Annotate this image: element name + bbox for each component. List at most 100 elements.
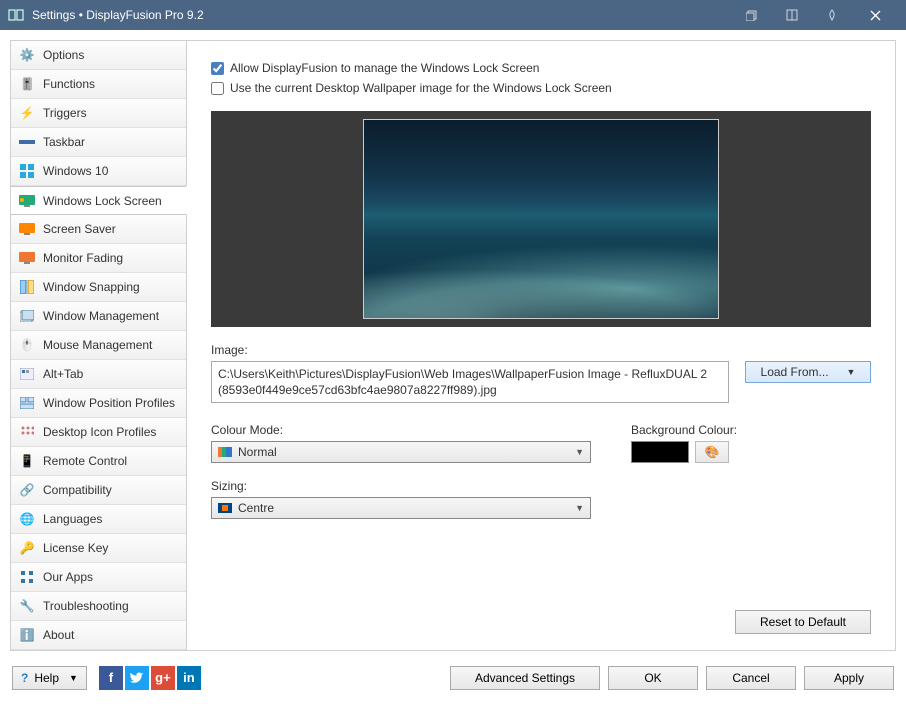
sidebar-item-positions[interactable]: Window Position Profiles bbox=[11, 389, 186, 418]
snapping-icon bbox=[19, 279, 35, 295]
sidebar-item-label: Compatibility bbox=[43, 483, 112, 497]
sidebar-item-label: Mouse Management bbox=[43, 338, 152, 352]
sidebar-item-label: Options bbox=[43, 48, 84, 62]
alttab-icon bbox=[19, 366, 35, 382]
twitter-icon[interactable] bbox=[125, 666, 149, 690]
sidebar-item-winmgmt[interactable]: Window Management bbox=[11, 302, 186, 331]
palette-icon bbox=[218, 447, 232, 457]
chevron-down-icon: ▼ bbox=[69, 673, 78, 683]
centre-icon bbox=[218, 503, 232, 513]
allow-manage-checkbox[interactable]: Allow DisplayFusion to manage the Window… bbox=[211, 61, 871, 75]
use-current-label: Use the current Desktop Wallpaper image … bbox=[230, 81, 612, 95]
sliders-icon: 🎚️ bbox=[19, 76, 35, 92]
fading-icon bbox=[19, 250, 35, 266]
app-icon bbox=[8, 7, 24, 23]
chevron-down-icon: ▼ bbox=[575, 503, 584, 513]
sidebar-item-functions[interactable]: 🎚️ Functions bbox=[11, 70, 186, 99]
sidebar-item-label: Windows 10 bbox=[43, 164, 108, 178]
apps-icon bbox=[19, 569, 35, 585]
sidebar-item-ourapps[interactable]: Our Apps bbox=[11, 563, 186, 592]
sizing-value: Centre bbox=[238, 501, 274, 515]
restore-icon[interactable] bbox=[732, 0, 772, 30]
sidebar-item-options[interactable]: ⚙️Options bbox=[11, 41, 186, 70]
sidebar-item-screensaver[interactable]: Screen Saver bbox=[11, 215, 186, 244]
sidebar-item-label: Remote Control bbox=[43, 454, 127, 468]
sidebar-item-label: License Key bbox=[43, 541, 108, 555]
sizing-label: Sizing: bbox=[211, 479, 591, 493]
sidebar-item-fading[interactable]: Monitor Fading bbox=[11, 244, 186, 273]
taskbar-icon bbox=[19, 134, 35, 150]
ok-button[interactable]: OK bbox=[608, 666, 698, 690]
sizing-select[interactable]: Centre ▼ bbox=[211, 497, 591, 519]
facebook-icon[interactable]: f bbox=[99, 666, 123, 690]
reset-button[interactable]: Reset to Default bbox=[735, 610, 871, 634]
globe-icon: 🌐 bbox=[19, 511, 35, 527]
load-from-button[interactable]: Load From... ▼ bbox=[745, 361, 871, 383]
sidebar-item-remote[interactable]: 📱 Remote Control bbox=[11, 447, 186, 476]
remote-icon: 📱 bbox=[19, 453, 35, 469]
sidebar-item-troubleshoot[interactable]: 🔧Troubleshooting bbox=[11, 592, 186, 621]
sidebar-item-alttab[interactable]: Alt+Tab bbox=[11, 360, 186, 389]
compat-icon: 🔗 bbox=[19, 482, 35, 498]
sidebar-item-taskbar[interactable]: Taskbar bbox=[11, 128, 186, 157]
titlebar: Settings • DisplayFusion Pro 9.2 bbox=[0, 0, 906, 30]
colour-mode-select[interactable]: Normal ▼ bbox=[211, 441, 591, 463]
maximize-icon[interactable] bbox=[772, 0, 812, 30]
sidebar-item-triggers[interactable]: ⚡Triggers bbox=[11, 99, 186, 128]
sidebar-item-label: Window Snapping bbox=[43, 280, 140, 294]
monitor-icon bbox=[19, 193, 35, 209]
window-title: Settings • DisplayFusion Pro 9.2 bbox=[32, 8, 732, 22]
linkedin-icon[interactable]: in bbox=[177, 666, 201, 690]
chevron-down-icon: ▼ bbox=[847, 367, 856, 377]
image-path-field[interactable]: C:\Users\Keith\Pictures\DisplayFusion\We… bbox=[211, 361, 729, 403]
sidebar-item-label: Screen Saver bbox=[43, 222, 116, 236]
use-current-checkbox[interactable]: Use the current Desktop Wallpaper image … bbox=[211, 81, 871, 95]
close-icon[interactable] bbox=[852, 0, 898, 30]
googleplus-icon[interactable]: g+ bbox=[151, 666, 175, 690]
sidebar-item-windows10[interactable]: Windows 10 bbox=[11, 157, 186, 186]
sidebar-item-label: Triggers bbox=[43, 106, 87, 120]
sidebar-item-label: About bbox=[43, 628, 74, 642]
sidebar-item-compat[interactable]: 🔗 Compatibility bbox=[11, 476, 186, 505]
use-current-input[interactable] bbox=[211, 82, 224, 95]
sidebar-item-license[interactable]: 🔑License Key bbox=[11, 534, 186, 563]
apply-button[interactable]: Apply bbox=[804, 666, 894, 690]
sidebar-item-label: Desktop Icon Profiles bbox=[43, 425, 156, 439]
window-mgmt-icon bbox=[19, 308, 35, 324]
sidebar-item-label: Window Management bbox=[43, 309, 159, 323]
sidebar-item-mouse[interactable]: 🖱️Mouse Management bbox=[11, 331, 186, 360]
load-from-label: Load From... bbox=[761, 365, 829, 379]
sidebar-item-label: Monitor Fading bbox=[43, 251, 123, 265]
image-label: Image: bbox=[211, 343, 871, 357]
colour-mode-label: Colour Mode: bbox=[211, 423, 591, 437]
sidebar-item-label: Alt+Tab bbox=[43, 367, 83, 381]
social-links: f g+ in bbox=[99, 666, 201, 690]
sidebar-item-label: Window Position Profiles bbox=[43, 396, 175, 410]
sidebar-item-snapping[interactable]: Window Snapping bbox=[11, 273, 186, 302]
sidebar-item-label: Windows Lock Screen bbox=[43, 194, 162, 208]
windows-icon bbox=[19, 163, 35, 179]
sidebar-item-label: Languages bbox=[43, 512, 102, 526]
sidebar-item-about[interactable]: ℹ️About bbox=[11, 621, 186, 650]
pin-icon[interactable] bbox=[812, 0, 852, 30]
sidebar-item-desktopicons[interactable]: Desktop Icon Profiles bbox=[11, 418, 186, 447]
bg-colour-label: Background Colour: bbox=[631, 423, 871, 437]
help-icon: ? bbox=[21, 671, 28, 685]
advanced-settings-button[interactable]: Advanced Settings bbox=[450, 666, 600, 690]
chevron-down-icon: ▼ bbox=[575, 447, 584, 457]
bg-colour-picker-button[interactable]: 🎨 bbox=[695, 441, 729, 463]
help-button[interactable]: ? Help ▼ bbox=[12, 666, 87, 690]
screensaver-icon bbox=[19, 221, 35, 237]
content-pane: Allow DisplayFusion to manage the Window… bbox=[187, 41, 895, 650]
wrench-icon: 🔧 bbox=[19, 598, 35, 614]
colour-mode-value: Normal bbox=[238, 445, 277, 459]
grid-icon bbox=[19, 424, 35, 440]
cancel-button[interactable]: Cancel bbox=[706, 666, 796, 690]
footer: ? Help ▼ f g+ in Advanced Settings OK Ca… bbox=[10, 651, 896, 694]
palette-icon: 🎨 bbox=[705, 445, 720, 459]
sidebar-item-lockscreen[interactable]: Windows Lock Screen bbox=[11, 186, 187, 215]
sidebar-item-label: Our Apps bbox=[43, 570, 93, 584]
sidebar-item-languages[interactable]: 🌐 Languages bbox=[11, 505, 186, 534]
allow-manage-input[interactable] bbox=[211, 62, 224, 75]
sidebar-item-label: Functions bbox=[43, 77, 95, 91]
